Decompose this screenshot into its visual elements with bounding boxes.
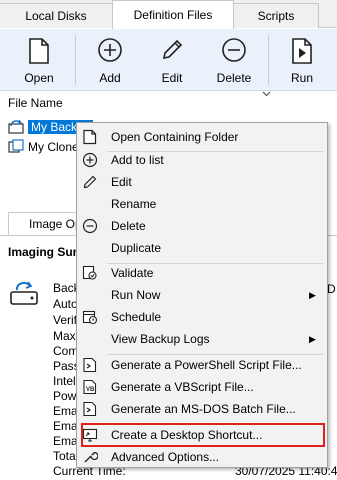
menu-item-label: Delete xyxy=(111,219,146,233)
menu-item-label: Run Now xyxy=(111,288,161,302)
highlight-box xyxy=(81,423,325,447)
menu-item-generate-msdos-batch[interactable]: Generate an MS-DOS Batch File... xyxy=(77,398,327,420)
submenu-arrow-icon: ▶ xyxy=(309,290,316,300)
delete-label: Delete xyxy=(216,71,252,85)
file-name: My Clone xyxy=(28,140,79,154)
toolbar-separator xyxy=(75,35,76,85)
menu-item-duplicate[interactable]: Duplicate xyxy=(77,237,327,259)
menu-item-label: View Backup Logs xyxy=(111,332,210,346)
pencil-icon xyxy=(83,175,97,189)
context-menu: Open Containing Folder Add to list Edit … xyxy=(76,122,328,468)
schedule-icon xyxy=(82,310,98,325)
menu-item-generate-powershell[interactable]: Generate a PowerShell Script File... xyxy=(77,354,327,376)
menu-item-add-to-list[interactable]: Add to list xyxy=(77,149,327,171)
svg-text:VB: VB xyxy=(86,387,95,393)
summary-value-partial: D xyxy=(327,282,336,296)
menu-item-label: Edit xyxy=(111,175,132,189)
wrench-icon xyxy=(84,451,98,463)
menu-item-label: Generate a PowerShell Script File... xyxy=(111,358,302,372)
toolbar: Open Add Edit Delete Run xyxy=(0,29,337,91)
clone-definition-icon xyxy=(8,139,24,153)
powershell-icon xyxy=(83,357,97,373)
pencil-icon xyxy=(162,39,183,60)
add-icon xyxy=(98,38,122,62)
menu-item-label: Open Containing Folder xyxy=(111,130,239,144)
menu-item-schedule[interactable]: Schedule xyxy=(77,306,327,328)
edit-button[interactable]: Edit xyxy=(141,29,203,91)
run-button[interactable]: Run xyxy=(271,29,333,91)
tab-scripts[interactable]: Scripts xyxy=(233,3,319,28)
menu-item-open-containing-folder[interactable]: Open Containing Folder xyxy=(77,126,327,148)
menu-item-generate-vbscript[interactable]: VB Generate a VBScript File... xyxy=(77,376,327,398)
validate-icon xyxy=(82,265,97,280)
menu-item-label: Schedule xyxy=(111,310,162,324)
minus-icon xyxy=(82,218,98,234)
menu-item-label: Add to list xyxy=(111,153,164,167)
backup-definition-icon xyxy=(8,119,24,134)
file-item-my-clone[interactable]: My Clone xyxy=(8,138,79,156)
tab-local-disks[interactable]: Local Disks xyxy=(0,3,113,28)
chevron-down-icon[interactable] xyxy=(262,91,271,97)
open-label: Open xyxy=(24,71,54,85)
tab-definition-files[interactable]: Definition Files xyxy=(112,0,234,29)
tab-bar: Local Disks Definition Files Scripts xyxy=(0,0,337,29)
add-icon xyxy=(82,152,98,168)
open-button[interactable]: Open xyxy=(8,29,70,91)
open-file-icon xyxy=(29,38,49,64)
menu-item-label: Duplicate xyxy=(111,241,162,255)
menu-item-label: Generate a VBScript File... xyxy=(111,380,254,394)
menu-item-edit[interactable]: Edit xyxy=(77,171,327,193)
menu-item-view-backup-logs[interactable]: View Backup Logs ▶ xyxy=(77,328,327,350)
delete-button[interactable]: Delete xyxy=(203,29,265,91)
folder-icon xyxy=(83,129,97,145)
menu-item-rename[interactable]: Rename xyxy=(77,193,327,215)
file-name-column-header[interactable]: File Name xyxy=(8,96,63,110)
menu-item-advanced-options[interactable]: Advanced Options... xyxy=(77,446,327,468)
minus-circle-icon xyxy=(222,38,246,62)
batch-icon xyxy=(83,401,97,417)
edit-label: Edit xyxy=(161,71,183,85)
toolbar-separator xyxy=(268,35,269,85)
menu-item-validate[interactable]: Validate xyxy=(77,262,327,284)
vbscript-icon: VB xyxy=(83,379,97,395)
menu-item-label: Validate xyxy=(111,266,154,280)
menu-item-label: Rename xyxy=(111,197,157,211)
menu-item-run-now[interactable]: Run Now ▶ xyxy=(77,284,327,306)
menu-item-label: Generate an MS-DOS Batch File... xyxy=(111,402,296,416)
add-button[interactable]: Add xyxy=(79,29,141,91)
submenu-arrow-icon: ▶ xyxy=(309,334,316,344)
run-file-icon xyxy=(292,38,312,64)
drive-backup-icon xyxy=(10,281,38,305)
menu-item-label: Advanced Options... xyxy=(111,450,220,464)
add-label: Add xyxy=(99,71,121,85)
menu-item-delete[interactable]: Delete xyxy=(77,215,327,237)
run-label: Run xyxy=(290,71,313,85)
